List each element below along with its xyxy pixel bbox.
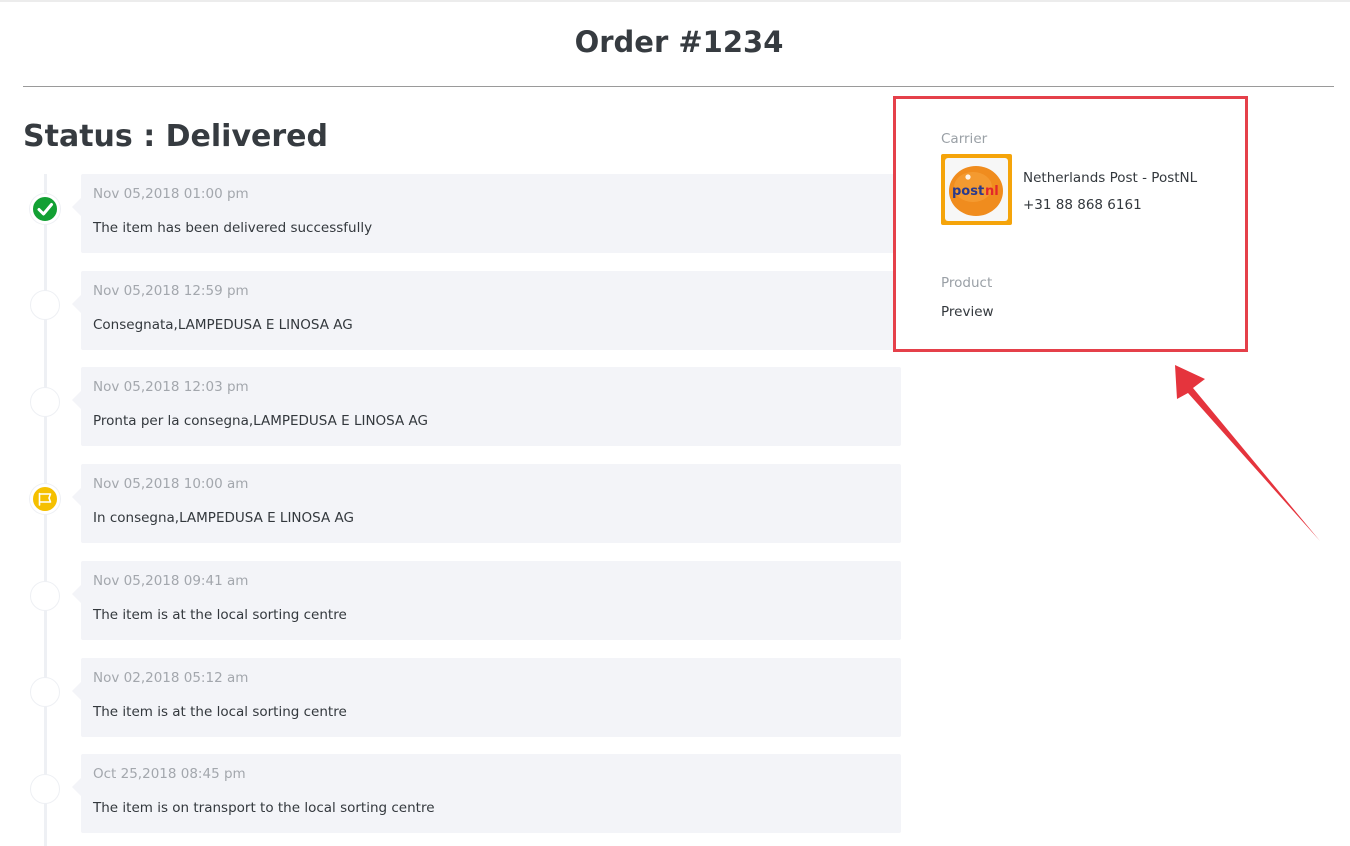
timeline-dot [30,774,60,804]
checkmark-icon [30,194,60,224]
annotation-arrow-icon [1175,365,1320,541]
carrier-name: Netherlands Post - PostNL [1023,170,1198,186]
timeline-dot [30,581,60,611]
title-divider [23,86,1334,87]
event-description: The item is at the local sorting centre [93,607,347,623]
product-label: Product [941,275,993,291]
timeline-dot [30,387,60,417]
timeline-dot [30,677,60,707]
top-edge [0,0,1350,2]
event-time: Nov 05,2018 09:41 am [93,573,249,589]
tracking-event: Nov 05,2018 12:03 pm Pronta per la conse… [72,367,901,446]
event-description: Consegnata,LAMPEDUSA E LINOSA AG [93,317,353,333]
event-description: Pronta per la consegna,LAMPEDUSA E LINOS… [93,413,428,429]
flag-icon [30,484,60,514]
event-time: Oct 25,2018 08:45 pm [93,766,246,782]
event-time: Nov 05,2018 12:03 pm [93,379,249,395]
product-value[interactable]: Preview [941,304,994,320]
tracking-event: Nov 05,2018 09:41 am The item is at the … [72,561,901,640]
svg-text:nl: nl [985,184,999,199]
tracking-event: Nov 02,2018 05:12 am The item is at the … [72,658,901,737]
event-time: Nov 02,2018 05:12 am [93,670,249,686]
carrier-info-panel: Carrier post nl Netherlands Post - PostN… [893,96,1248,352]
svg-text:post: post [952,184,984,199]
tracking-event: Nov 05,2018 01:00 pm The item has been d… [72,174,901,253]
tracking-event: Nov 05,2018 10:00 am In consegna,LAMPEDU… [72,464,901,543]
event-time: Nov 05,2018 10:00 am [93,476,249,492]
event-time: Nov 05,2018 01:00 pm [93,186,249,202]
event-description: In consegna,LAMPEDUSA E LINOSA AG [93,510,354,526]
carrier-label: Carrier [941,131,988,147]
event-description: The item has been delivered successfully [93,220,373,236]
event-description: The item is on transport to the local so… [93,800,435,816]
tracking-event: Oct 25,2018 08:45 pm The item is on tran… [72,754,901,833]
page-title: Order #1234 [574,25,784,59]
status-heading: Status : Delivered [23,119,328,154]
postnl-logo-icon: post nl [941,154,1012,225]
timeline-dot [30,290,60,320]
tracking-event: Nov 05,2018 12:59 pm Consegnata,LAMPEDUS… [72,271,901,350]
carrier-phone[interactable]: +31 88 868 6161 [1023,197,1142,213]
event-description: The item is at the local sorting centre [93,704,347,720]
event-time: Nov 05,2018 12:59 pm [93,283,249,299]
